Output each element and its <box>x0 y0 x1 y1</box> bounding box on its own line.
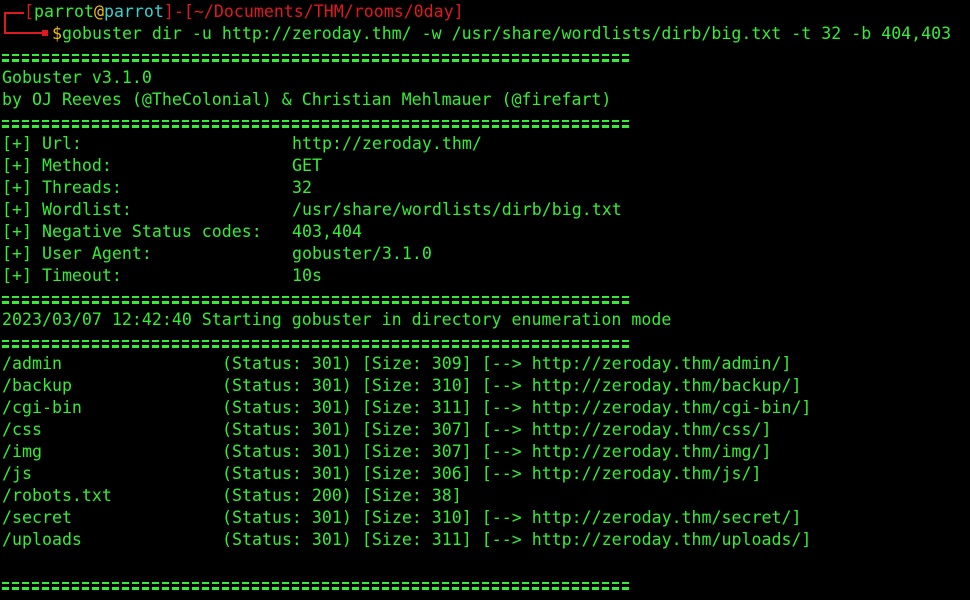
result-info: (Status: 301) [Size: 311] [--> http://ze… <box>222 398 812 417</box>
terminal-window[interactable]: [parrot@parrot]-[~/Documents/THM/rooms/0… <box>2 1 970 600</box>
config-row: [+] Timeout: 10s <box>2 265 970 287</box>
result-row: /cgi-bin (Status: 301) [Size: 311] [--> h… <box>2 397 970 419</box>
config-row: [+] Wordlist: /usr/share/wordlists/dirb/b… <box>2 199 970 221</box>
prompt-close-bracket: ] <box>163 2 174 21</box>
config-key: [+] Timeout: <box>2 266 122 285</box>
result-info: (Status: 301) [Size: 310] [--> http://ze… <box>222 508 802 527</box>
result-path: /css <box>2 420 42 439</box>
prompt-cwd: [~/Documents/THM/rooms/0day] <box>183 2 464 21</box>
result-info: (Status: 301) [Size: 306] [--> http://ze… <box>222 464 762 483</box>
config-row: [+] Url: http://zeroday.thm/ <box>2 133 970 155</box>
command-line[interactable]: $gobuster dir -u http://zeroday.thm/ -w … <box>2 23 970 45</box>
result-info: (Status: 301) [Size: 307] [--> http://ze… <box>222 420 772 439</box>
prompt-user: parrot <box>34 2 94 21</box>
banner-version: Gobuster v3.1.0 <box>2 68 152 87</box>
separator <box>2 573 970 595</box>
start-message: 2023/03/07 12:42:40 Starting gobuster in… <box>2 310 672 329</box>
result-row: /css (Status: 301) [Size: 307] [--> http:… <box>2 419 970 441</box>
config-row: [+] Method: GET <box>2 155 970 177</box>
banner-authors: by OJ Reeves (@TheColonial) & Christian … <box>2 90 612 109</box>
result-row: /uploads (Status: 301) [Size: 311] [--> h… <box>2 529 970 551</box>
prompt-dollar: $ <box>52 24 62 43</box>
result-row: /admin (Status: 301) [Size: 309] [--> htt… <box>2 353 970 375</box>
config-value: /usr/share/wordlists/dirb/big.txt <box>292 200 622 219</box>
config-key: [+] Negative Status codes: <box>2 222 262 241</box>
prompt-host: parrot <box>103 2 164 21</box>
result-path: /admin <box>2 354 62 373</box>
prompt-at: @ <box>93 2 104 21</box>
separator <box>2 287 970 309</box>
result-path: /robots.txt <box>2 486 112 505</box>
result-row: /robots.txt (Status: 200) [Size: 38] <box>2 485 970 507</box>
config-key: [+] Url: <box>2 134 82 153</box>
result-info: (Status: 301) [Size: 309] [--> http://ze… <box>222 354 792 373</box>
result-path: /uploads <box>2 530 82 549</box>
config-row: [+] User Agent: gobuster/3.1.0 <box>2 243 970 265</box>
config-key: [+] Wordlist: <box>2 200 132 219</box>
result-info: (Status: 301) [Size: 310] [--> http://ze… <box>222 376 802 395</box>
result-row: /backup (Status: 301) [Size: 310] [--> ht… <box>2 375 970 397</box>
separator <box>2 111 970 133</box>
result-row: /img (Status: 301) [Size: 307] [--> http:… <box>2 441 970 463</box>
prompt-line: [parrot@parrot]-[~/Documents/THM/rooms/0… <box>2 1 970 23</box>
result-path: /js <box>2 464 32 483</box>
result-info: (Status: 301) [Size: 307] [--> http://ze… <box>222 442 772 461</box>
result-row: /js (Status: 301) [Size: 306] [--> http:/… <box>2 463 970 485</box>
config-key: [+] User Agent: <box>2 244 152 263</box>
result-path: /img <box>2 442 42 461</box>
config-value: 32 <box>292 178 312 197</box>
result-path: /cgi-bin <box>2 398 82 417</box>
result-info: (Status: 200) [Size: 38] <box>222 486 462 505</box>
command-text: gobuster dir -u http://zeroday.thm/ -w /… <box>62 24 952 43</box>
config-value: GET <box>292 156 322 175</box>
config-row: [+] Threads: 32 <box>2 177 970 199</box>
separator <box>2 45 970 67</box>
result-path: /backup <box>2 376 72 395</box>
separator <box>2 331 970 353</box>
config-row: [+] Negative Status codes: 403,404 <box>2 221 970 243</box>
config-value: 403,404 <box>292 222 362 241</box>
prompt-dash: - <box>173 2 184 21</box>
config-key: [+] Method: <box>2 156 112 175</box>
result-info: (Status: 301) [Size: 311] [--> http://ze… <box>222 530 812 549</box>
result-row: /secret (Status: 301) [Size: 310] [--> ht… <box>2 507 970 529</box>
config-value: gobuster/3.1.0 <box>292 244 432 263</box>
config-key: [+] Threads: <box>2 178 122 197</box>
config-value: 10s <box>292 266 322 285</box>
result-path: /secret <box>2 508 72 527</box>
prompt-open-bracket: [ <box>24 2 34 21</box>
config-value: http://zeroday.thm/ <box>292 134 482 153</box>
